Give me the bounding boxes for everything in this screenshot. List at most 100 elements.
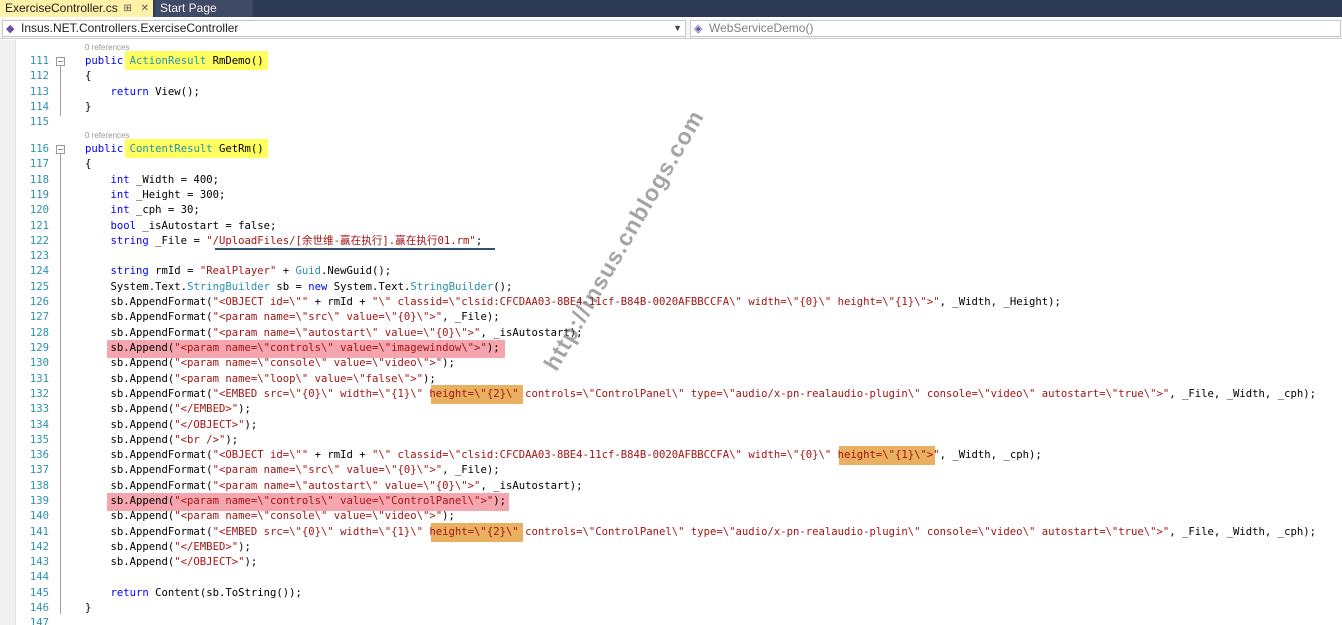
line-number: 146 [29,602,49,614]
codelens-references[interactable]: 0 references [85,131,129,141]
type-combo-label: Insus.NET.Controllers.ExerciseController [21,21,239,35]
code-text: sb.Append("</OBJECT>"); [85,419,258,431]
code-line[interactable]: 125 System.Text.StringBuilder sb = new S… [0,280,1342,295]
line-number: 112 [29,70,49,82]
line-number: 137 [29,464,49,476]
code-text: bool _isAutostart = false; [110,220,277,232]
code-line[interactable]: 122 string _File = "/UploadFiles/[余世维-赢在… [0,234,1342,249]
code-text: string _File = "/UploadFiles/[余世维-赢在执行].… [110,235,483,247]
code-line[interactable]: 132 sb.AppendFormat("<EMBED src=\"{0}\" … [0,387,1342,402]
code-line[interactable]: 126 sb.AppendFormat("<OBJECT id=\"" + rm… [0,295,1342,310]
line-number: 132 [29,388,49,400]
code-line[interactable]: 140 sb.Append("<param name=\"console\" v… [0,509,1342,524]
code-line[interactable]: 142 sb.Append("</EMBED>"); [0,540,1342,555]
code-line[interactable]: 143 sb.Append("</OBJECT>"); [0,555,1342,570]
code-text: sb.Append("<param name=\"controls\" valu… [85,495,506,507]
code-line[interactable]: 121 bool _isAutostart = false; [0,219,1342,234]
code-line[interactable]: 113 return View(); [0,85,1342,100]
line-number: 144 [29,571,49,583]
chevron-down-icon[interactable]: ▼ [673,21,682,36]
pin-icon[interactable]: ⊞ [123,3,131,14]
code-text: sb.Append("<param name=\"loop\" value=\"… [85,373,436,385]
code-text: sb.AppendFormat("<param name=\"autostart… [85,480,583,492]
code-line[interactable]: 128 sb.AppendFormat("<param name=\"autos… [0,326,1342,341]
code-text: sb.Append("<br />"); [85,434,239,446]
code-line[interactable]: 111− public ActionResult RmDemo() [0,54,1342,69]
code-line[interactable]: 120 int _cph = 30; [0,203,1342,218]
tab-start-page[interactable]: Start Page [155,0,253,17]
line-number: 126 [29,296,49,308]
code-text: sb.Append("<param name=\"console\" value… [85,357,455,369]
line-number: 138 [29,480,49,492]
line-number: 114 [29,101,49,113]
code-line[interactable]: 115 [0,115,1342,130]
line-number: 116 [29,143,49,155]
code-text: System.Text.StringBuilder sb = new Syste… [85,281,513,293]
code-line[interactable]: 145 return Content(sb.ToString()); [0,586,1342,601]
code-line[interactable]: 124 string rmId = "RealPlayer" + Guid.Ne… [0,264,1342,279]
line-number: 127 [29,311,49,323]
code-text: sb.Append("</EMBED>"); [85,541,251,553]
member-combo[interactable]: ◈ WebServiceDemo() [690,20,1341,37]
code-line[interactable]: 138 sb.AppendFormat("<param name=\"autos… [0,479,1342,494]
code-line[interactable]: 127 sb.AppendFormat("<param name=\"src\"… [0,310,1342,325]
line-number: 136 [29,449,49,461]
line-number: 124 [29,265,49,277]
tab-label: ExerciseController.cs [5,1,118,15]
code-line[interactable]: 129 sb.Append("<param name=\"controls\" … [0,341,1342,356]
code-line[interactable]: 119 int _Height = 300; [0,188,1342,203]
line-number: 139 [29,495,49,507]
code-line[interactable]: 144 [0,570,1342,585]
code-text: { [85,158,92,170]
collapse-toggle-icon[interactable]: − [56,145,65,154]
line-number: 120 [29,204,49,216]
code-line[interactable]: 135 sb.Append("<br />"); [0,433,1342,448]
file-path-underline [215,248,495,250]
code-text: return View(); [110,86,200,98]
code-line[interactable]: 141 sb.AppendFormat("<EMBED src=\"{0}\" … [0,525,1342,540]
code-line[interactable]: 133 sb.Append("</EMBED>"); [0,402,1342,417]
line-number: 122 [29,235,49,247]
code-line[interactable]: 114} [0,100,1342,115]
code-line[interactable]: 123 [0,249,1342,264]
code-line[interactable]: 134 sb.Append("</OBJECT>"); [0,418,1342,433]
code-text: public ActionResult RmDemo() [85,55,264,67]
type-combo[interactable]: ◆ Insus.NET.Controllers.ExerciseControll… [2,20,686,37]
code-text: sb.Append("</EMBED>"); [85,403,251,415]
collapse-toggle-icon[interactable]: − [56,57,65,66]
code-line[interactable]: 112 { [0,69,1342,84]
code-line[interactable]: 131 sb.Append("<param name=\"loop\" valu… [0,372,1342,387]
line-number: 123 [29,250,49,262]
code-text: return Content(sb.ToString()); [110,587,302,599]
code-text: sb.AppendFormat("<EMBED src=\"{0}\" widt… [85,526,1316,538]
code-line[interactable]: 130 sb.Append("<param name=\"console\" v… [0,356,1342,371]
line-number: 134 [29,419,49,431]
code-line[interactable]: 136 sb.AppendFormat("<OBJECT id=\"" + rm… [0,448,1342,463]
line-number: 113 [29,86,49,98]
line-number: 147 [29,617,49,625]
codelens-references[interactable]: 0 references [85,43,129,53]
code-text: } [85,101,92,113]
code-text: sb.AppendFormat("<OBJECT id=\"" + rmId +… [85,449,1042,461]
code-text: string rmId = "RealPlayer" + Guid.NewGui… [110,265,392,277]
line-number: 133 [29,403,49,415]
line-number: 121 [29,220,49,232]
code-text: sb.AppendFormat("<param name=\"src\" val… [85,464,500,476]
code-text: sb.Append("</OBJECT>"); [85,556,258,568]
close-icon[interactable]: ✕ [141,3,149,14]
tab-exercisecontroller[interactable]: ExerciseController.cs ⊞ ✕ [0,0,153,17]
code-text: } [85,602,92,614]
code-text: public ContentResult GetRm() [85,143,264,155]
line-number: 140 [29,510,49,522]
code-line[interactable]: 147 [0,616,1342,625]
line-number: 117 [29,158,49,170]
code-line[interactable]: 146} [0,601,1342,616]
line-number: 111 [29,55,49,67]
document-tab-bar: ExerciseController.cs ⊞ ✕ Start Page [0,0,1342,17]
line-number: 119 [29,189,49,201]
code-text: sb.AppendFormat("<param name=\"src\" val… [85,311,500,323]
code-editor[interactable]: 0 references 0 references 111− public Act… [0,40,1342,625]
code-line[interactable]: 139 sb.Append("<param name=\"controls\" … [0,494,1342,509]
line-number: 128 [29,327,49,339]
code-line[interactable]: 137 sb.AppendFormat("<param name=\"src\"… [0,463,1342,478]
